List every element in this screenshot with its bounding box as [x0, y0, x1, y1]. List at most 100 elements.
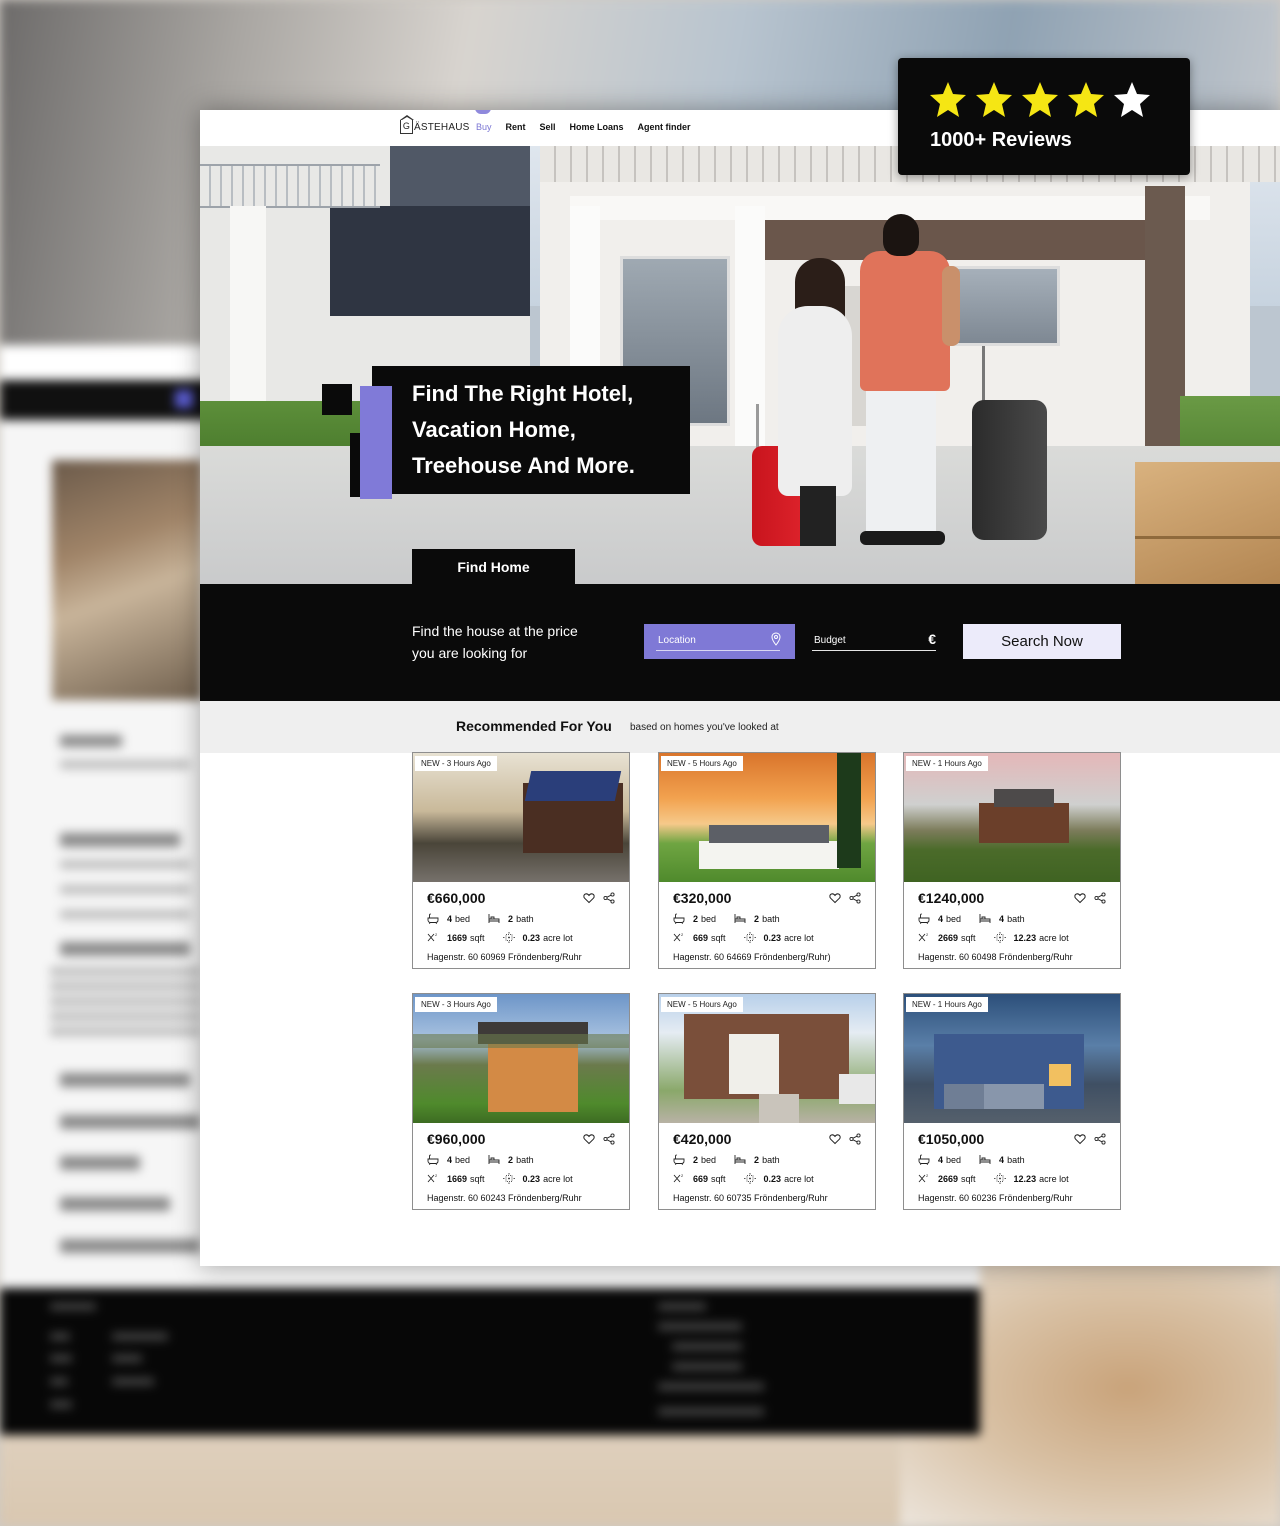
nav-link-buy[interactable]: Buy — [475, 110, 492, 132]
bathtub-icon — [918, 1154, 930, 1165]
listing-rooms: 4 bed 4 bath — [918, 1154, 1025, 1165]
listing-bath-label: bath — [1007, 913, 1025, 924]
logo[interactable]: G ÄSTEHAUS — [400, 115, 470, 134]
listing-address: Hagenstr. 60 60236 Fröndenberg/Ruhr — [918, 1193, 1073, 1203]
lot-icon — [993, 1173, 1006, 1184]
nav-link-home-loans[interactable]: Home Loans — [570, 122, 624, 132]
main-page: G ÄSTEHAUS Buy Rent Sell Home Loans Agen… — [200, 110, 1280, 1266]
listing-lot-label: acre lot — [543, 1173, 573, 1184]
listing-baths: 2 — [754, 1154, 760, 1165]
nav-link-agent-finder[interactable]: Agent finder — [638, 122, 691, 132]
listing-size: 2 1669 sqft 0.23 acre lot — [427, 1173, 573, 1184]
listing-baths: 2 — [508, 1154, 514, 1165]
listing-price: €1240,000 — [918, 890, 985, 906]
listing-lot: 0.23 — [763, 932, 782, 943]
listing-card[interactable]: NEW - 1 Hours Ago €1050,000 4 bed 4 bath 2 2669… — [903, 993, 1121, 1210]
heart-icon[interactable] — [1074, 892, 1086, 904]
nav-link-sell[interactable]: Sell — [540, 122, 556, 132]
listing-lot: 0.23 — [763, 1173, 782, 1184]
listing-address: Hagenstr. 60 60243 Fröndenberg/Ruhr — [427, 1193, 582, 1203]
share-icon[interactable] — [1094, 1133, 1106, 1145]
listing-baths: 2 — [754, 913, 760, 924]
location-input[interactable]: Location — [644, 624, 795, 659]
area-icon: 2 — [427, 1173, 438, 1183]
listing-sqft-label: sqft — [470, 932, 485, 943]
listing-sqft-label: sqft — [961, 932, 976, 943]
nav-link-rent[interactable]: Rent — [506, 122, 526, 132]
listing-bed-label: bed — [701, 913, 717, 924]
area-icon: 2 — [918, 932, 929, 942]
heart-icon[interactable] — [829, 1133, 841, 1145]
listing-lot: 0.23 — [522, 932, 541, 943]
listing-photo[interactable]: NEW - 3 Hours Ago — [413, 994, 629, 1123]
heart-icon[interactable] — [1074, 1133, 1086, 1145]
reviews-badge: 1000+ Reviews — [898, 58, 1190, 175]
share-icon[interactable] — [603, 892, 615, 904]
share-icon[interactable] — [849, 892, 861, 904]
listing-beds: 4 — [447, 1154, 453, 1165]
hero-title: Find The Right Hotel, Vacation Home, Tre… — [412, 376, 682, 484]
heart-icon[interactable] — [829, 892, 841, 904]
listing-address: Hagenstr. 60 60498 Fröndenberg/Ruhr — [918, 952, 1073, 962]
listing-card[interactable]: NEW - 3 Hours Ago €960,000 4 bed 2 bath 2 1669 s… — [412, 993, 630, 1210]
heart-icon[interactable] — [583, 1133, 595, 1145]
heart-icon[interactable] — [583, 892, 595, 904]
bathtub-icon — [427, 1154, 439, 1165]
bathtub-icon — [918, 913, 930, 924]
listing-card[interactable]: NEW - 3 Hours Ago €660,000 4 bed 2 bath 2 1669 s… — [412, 752, 630, 969]
lot-icon — [993, 932, 1006, 943]
listing-rooms: 2 bed 2 bath — [673, 1154, 780, 1165]
listing-lot: 0.23 — [522, 1173, 541, 1184]
listing-lot: 12.23 — [1013, 1173, 1037, 1184]
listing-photo[interactable]: NEW - 5 Hours Ago — [659, 994, 875, 1123]
listing-badge: NEW - 3 Hours Ago — [415, 997, 497, 1012]
listing-beds: 2 — [693, 1154, 699, 1165]
hero-decoration — [350, 433, 360, 497]
search-bar: Find the house at the price you are look… — [200, 584, 1280, 701]
listing-photo[interactable]: NEW - 1 Hours Ago — [904, 753, 1120, 882]
area-icon: 2 — [673, 1173, 684, 1183]
star-icon — [1068, 82, 1104, 117]
star-icon — [1114, 82, 1150, 117]
listing-badge: NEW - 1 Hours Ago — [906, 997, 988, 1012]
listing-price: €1050,000 — [918, 1131, 985, 1147]
listing-lot-label: acre lot — [1039, 1173, 1069, 1184]
listing-bath-label: bath — [516, 1154, 534, 1165]
listing-beds: 2 — [693, 913, 699, 924]
share-icon[interactable] — [1094, 892, 1106, 904]
listing-sqft-label: sqft — [711, 1173, 726, 1184]
listing-rooms: 4 bed 2 bath — [427, 913, 534, 924]
bed-icon — [488, 1155, 500, 1164]
area-icon: 2 — [673, 932, 684, 942]
listing-lot-label: acre lot — [784, 932, 814, 943]
listing-card[interactable]: NEW - 1 Hours Ago €1240,000 4 bed 4 bath 2 2669… — [903, 752, 1121, 969]
budget-input[interactable]: Budget € — [812, 624, 938, 659]
listing-size: 2 1669 sqft 0.23 acre lot — [427, 932, 573, 943]
bathtub-icon — [673, 913, 685, 924]
logo-text: ÄSTEHAUS — [414, 121, 470, 133]
listing-rooms: 4 bed 4 bath — [918, 913, 1025, 924]
listing-bath-label: bath — [516, 913, 534, 924]
star-icon — [976, 82, 1012, 117]
bed-icon — [734, 1155, 746, 1164]
search-prompt: Find the house at the price you are look… — [412, 620, 612, 664]
listing-lot-label: acre lot — [784, 1173, 814, 1184]
svg-text:2: 2 — [681, 1173, 684, 1178]
euro-icon: € — [928, 631, 936, 647]
listing-card[interactable]: NEW - 5 Hours Ago €420,000 2 bed 2 bath 2 669 sq… — [658, 993, 876, 1210]
share-icon[interactable] — [603, 1133, 615, 1145]
search-now-button[interactable]: Search Now — [963, 624, 1121, 659]
listing-lot: 12.23 — [1013, 932, 1037, 943]
find-home-tab[interactable]: Find Home — [412, 549, 575, 584]
nav-links: Buy Rent Sell Home Loans Agent finder — [475, 110, 691, 132]
logo-house-icon: G — [400, 115, 414, 134]
listing-photo[interactable]: NEW - 5 Hours Ago — [659, 753, 875, 882]
hero-decoration — [322, 384, 352, 415]
listing-card[interactable]: NEW - 5 Hours Ago €320,000 2 bed 2 bath 2 669 sq… — [658, 752, 876, 969]
svg-text:2: 2 — [926, 1173, 929, 1178]
listing-photo[interactable]: NEW - 1 Hours Ago — [904, 994, 1120, 1123]
lot-icon — [502, 1173, 515, 1184]
recommended-subtitle: based on homes you've looked at — [630, 722, 779, 733]
share-icon[interactable] — [849, 1133, 861, 1145]
listing-photo[interactable]: NEW - 3 Hours Ago — [413, 753, 629, 882]
